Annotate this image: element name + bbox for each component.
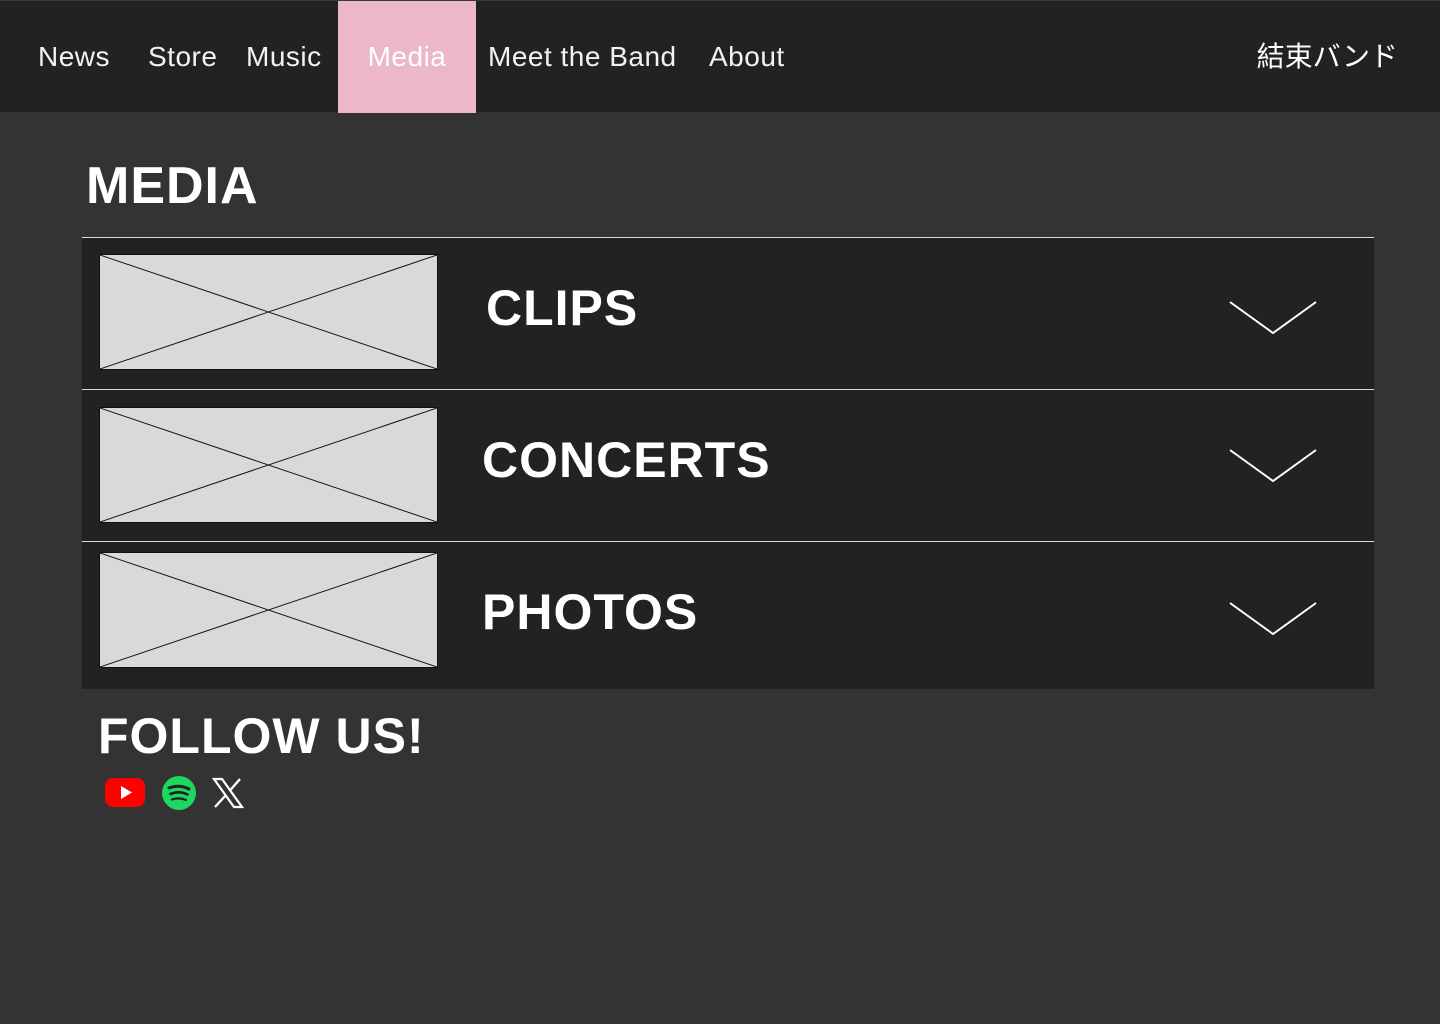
x-icon[interactable] <box>212 776 244 810</box>
nav-item-store[interactable]: Store <box>148 1 217 113</box>
accordion-item-concerts[interactable]: CONCERTS <box>82 390 1374 542</box>
chevron-down-icon[interactable] <box>1228 300 1318 336</box>
image-placeholder <box>99 254 438 370</box>
accordion-label-concerts: CONCERTS <box>482 432 771 488</box>
accordion-item-clips[interactable]: CLIPS <box>82 238 1374 390</box>
media-accordion: CLIPS CONCERTS PHOTOS <box>82 237 1374 689</box>
page-title: MEDIA <box>86 157 259 215</box>
image-placeholder <box>99 407 438 523</box>
youtube-icon[interactable] <box>104 776 146 810</box>
nav-item-meet-the-band[interactable]: Meet the Band <box>488 1 677 113</box>
accordion-item-photos[interactable]: PHOTOS <box>82 542 1374 689</box>
chevron-down-icon[interactable] <box>1228 448 1318 484</box>
image-placeholder <box>99 552 438 668</box>
accordion-label-clips: CLIPS <box>486 280 639 336</box>
spotify-icon[interactable] <box>161 775 197 811</box>
top-nav-bar: News Store Music Media Meet the Band Abo… <box>0 0 1440 113</box>
nav-item-news[interactable]: News <box>38 1 110 113</box>
nav-item-music[interactable]: Music <box>246 1 322 113</box>
brand-logo-text[interactable]: 結束バンド <box>1257 1 1398 113</box>
follow-us-heading: FOLLOW US! <box>98 708 425 764</box>
nav-item-about[interactable]: About <box>709 1 785 113</box>
chevron-down-icon[interactable] <box>1228 601 1318 637</box>
accordion-label-photos: PHOTOS <box>482 584 699 640</box>
nav-item-media[interactable]: Media <box>338 1 476 113</box>
